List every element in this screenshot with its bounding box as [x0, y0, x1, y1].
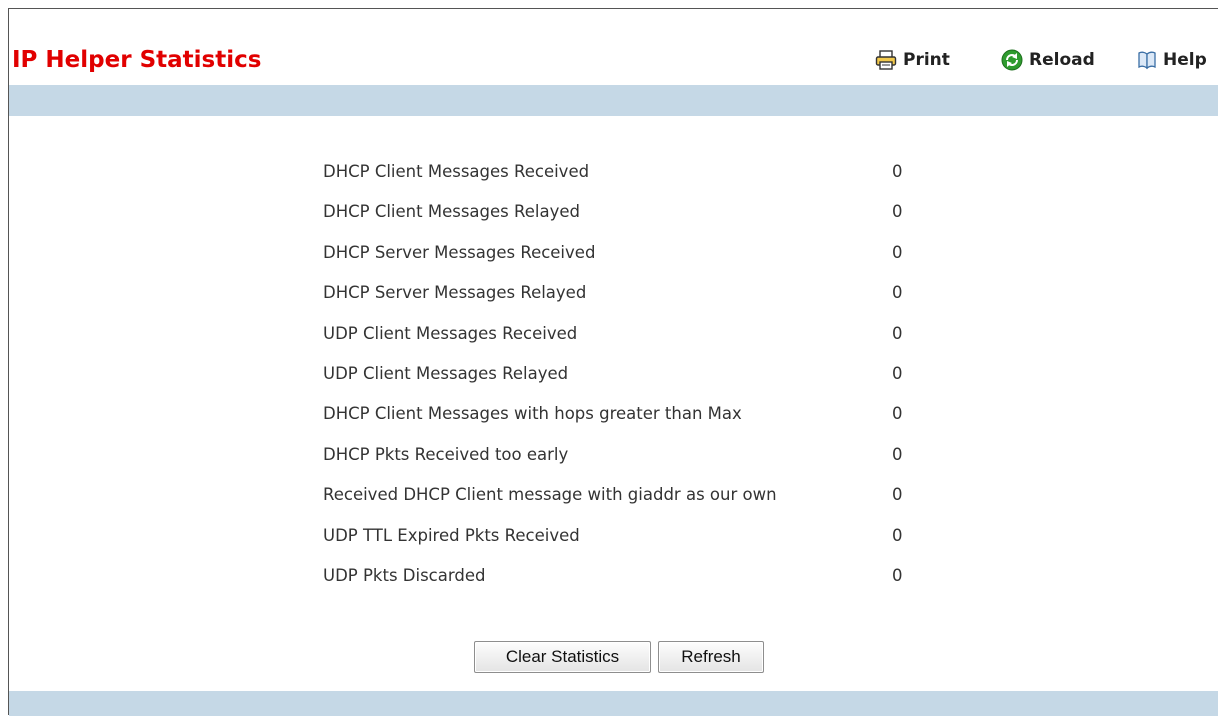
help-label: Help — [1163, 50, 1207, 70]
stat-value: 0 — [892, 202, 903, 222]
stat-value: 0 — [892, 444, 903, 464]
reload-label: Reload — [1029, 50, 1095, 70]
stat-label: UDP Client Messages Relayed — [323, 363, 569, 383]
table-row: UDP Pkts Discarded 0 — [323, 566, 923, 606]
table-row: DHCP Client Messages with hops greater t… — [323, 404, 923, 444]
stat-value: 0 — [892, 485, 903, 505]
stat-value: 0 — [892, 363, 903, 383]
reload-button[interactable]: Reload — [1001, 47, 1095, 73]
stat-label: DHCP Pkts Received too early — [323, 444, 569, 464]
refresh-button[interactable]: Refresh — [658, 641, 764, 673]
table-row: DHCP Server Messages Received 0 — [323, 243, 923, 283]
content-frame: IP Helper Statistics Print Reload Help D… — [8, 8, 1218, 716]
stat-label: UDP TTL Expired Pkts Received — [323, 525, 580, 545]
table-row: Received DHCP Client message with giaddr… — [323, 485, 923, 525]
help-book-icon — [1137, 50, 1157, 70]
table-row: UDP Client Messages Relayed 0 — [323, 364, 923, 404]
print-button[interactable]: Print — [875, 47, 950, 73]
table-row: UDP Client Messages Received 0 — [323, 324, 923, 364]
stat-label: UDP Client Messages Received — [323, 323, 578, 343]
stat-value: 0 — [892, 565, 903, 585]
statistics-table: DHCP Client Messages Received 0 DHCP Cli… — [323, 162, 923, 606]
stat-label: Received DHCP Client message with giaddr… — [323, 485, 777, 505]
table-row: DHCP Server Messages Relayed 0 — [323, 283, 923, 323]
stat-label: UDP Pkts Discarded — [323, 565, 486, 585]
table-row: DHCP Client Messages Relayed 0 — [323, 202, 923, 242]
table-row: UDP TTL Expired Pkts Received 0 — [323, 526, 923, 566]
page-header: IP Helper Statistics Print Reload Help — [9, 9, 1218, 85]
stat-value: 0 — [892, 525, 903, 545]
stat-value: 0 — [892, 404, 903, 424]
stat-value: 0 — [892, 162, 903, 181]
stat-value: 0 — [892, 242, 903, 262]
page-title: IP Helper Statistics — [12, 47, 262, 73]
footer-band — [9, 691, 1218, 716]
stat-label: DHCP Client Messages Relayed — [323, 202, 580, 222]
stat-label: DHCP Server Messages Received — [323, 242, 596, 262]
stat-label: DHCP Client Messages with hops greater t… — [323, 404, 742, 424]
printer-icon — [875, 50, 897, 70]
table-row: DHCP Client Messages Received 0 — [323, 162, 923, 202]
print-label: Print — [903, 50, 950, 70]
help-button[interactable]: Help — [1137, 47, 1207, 73]
table-row: DHCP Pkts Received too early 0 — [323, 445, 923, 485]
reload-icon — [1001, 49, 1023, 71]
stat-label: DHCP Client Messages Received — [323, 162, 590, 181]
stat-value: 0 — [892, 283, 903, 303]
stat-value: 0 — [892, 323, 903, 343]
clear-statistics-button[interactable]: Clear Statistics — [474, 641, 651, 673]
stat-label: DHCP Server Messages Relayed — [323, 283, 587, 303]
header-divider-band — [9, 85, 1218, 116]
